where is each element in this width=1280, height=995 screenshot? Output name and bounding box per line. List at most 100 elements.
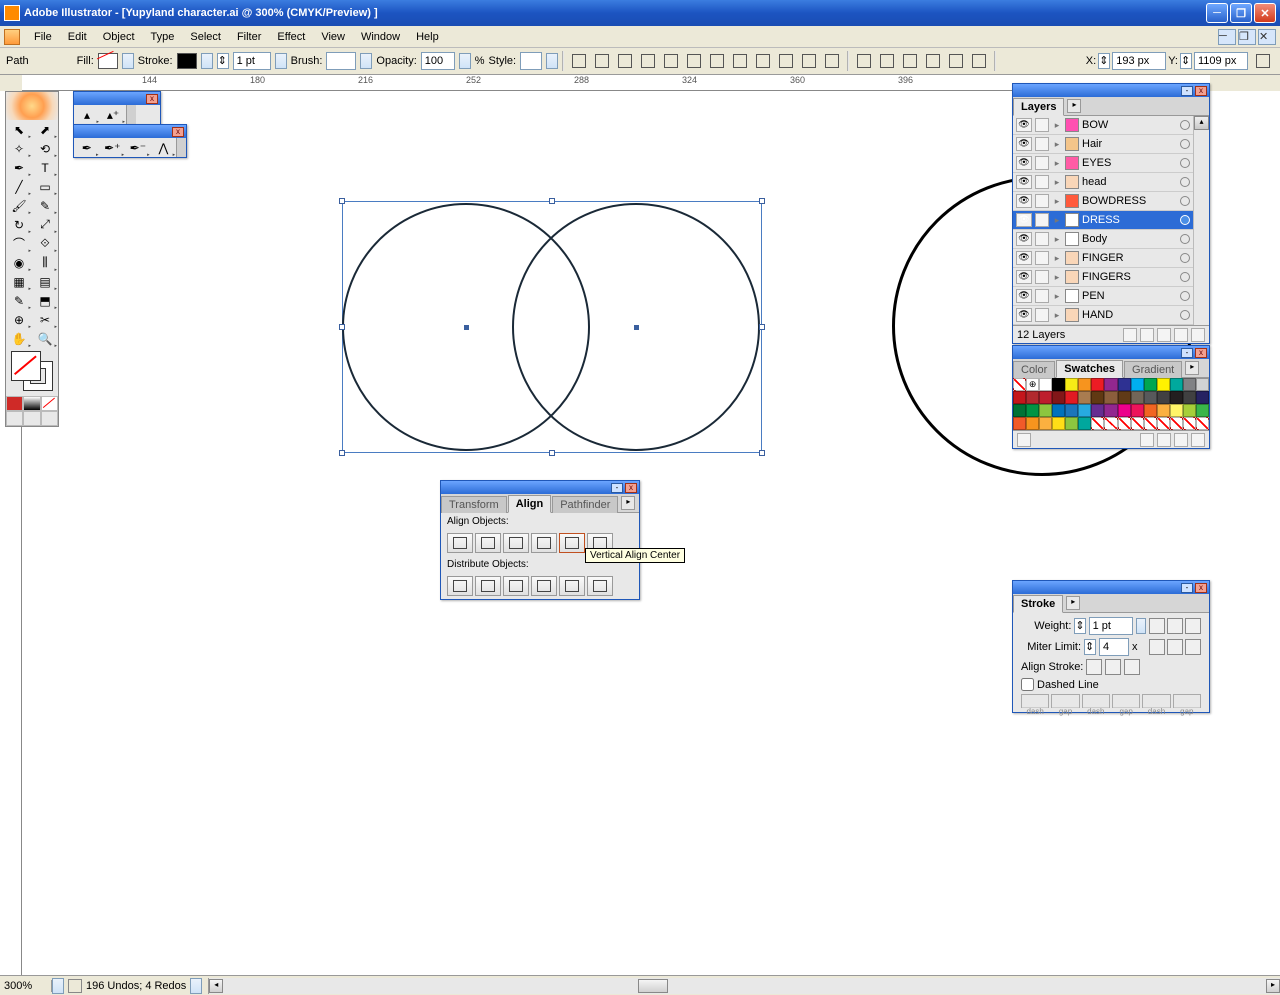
swatch[interactable] <box>1196 417 1209 430</box>
expand-icon[interactable]: ▸ <box>1052 310 1062 321</box>
swatch[interactable] <box>1131 404 1144 417</box>
layer-row-dress[interactable]: 👁▸DRESS <box>1013 211 1193 230</box>
swatch[interactable] <box>1144 404 1157 417</box>
swatch[interactable] <box>1118 417 1131 430</box>
swatch[interactable] <box>1196 391 1209 404</box>
swatch[interactable] <box>1144 378 1157 391</box>
direct-selection-tool-icon[interactable]: ⬈ <box>32 120 58 139</box>
stroke-minimize-button[interactable]: - <box>1181 583 1193 593</box>
align-vcenter-button[interactable] <box>660 50 682 72</box>
dist-vcenter-panel-button[interactable] <box>475 576 501 596</box>
target-icon[interactable] <box>1180 196 1190 206</box>
screen-mode-normal[interactable] <box>6 411 23 426</box>
pathfinder-tab[interactable]: Pathfinder <box>552 496 618 513</box>
miter-stepper[interactable]: ⇕ <box>1084 639 1096 655</box>
swatch[interactable] <box>1078 404 1091 417</box>
menu-view[interactable]: View <box>313 29 353 45</box>
dist-bottom-panel-button[interactable] <box>503 576 529 596</box>
swatch[interactable] <box>1091 391 1104 404</box>
align-top-panel-button[interactable] <box>531 533 557 553</box>
layers-panel-menu[interactable]: ▸ <box>1067 99 1081 113</box>
visibility-icon[interactable]: 👁 <box>1016 232 1032 246</box>
align-tab[interactable]: Align <box>508 495 552 513</box>
align-minimize-button[interactable]: - <box>611 483 623 493</box>
align-stroke-center-button[interactable] <box>1086 659 1102 675</box>
swatch[interactable] <box>1131 378 1144 391</box>
visibility-icon[interactable]: 👁 <box>1016 289 1032 303</box>
join-miter-button[interactable] <box>1149 639 1165 655</box>
x-stepper[interactable]: ⇕ <box>1098 53 1110 69</box>
y-stepper[interactable]: ⇕ <box>1180 53 1192 69</box>
expand-icon[interactable]: ▸ <box>1052 177 1062 188</box>
layer-row-fingers[interactable]: 👁▸FINGERS <box>1013 268 1193 287</box>
align-right-panel-button[interactable] <box>503 533 529 553</box>
x-input[interactable] <box>1112 52 1166 70</box>
target-icon[interactable] <box>1180 215 1190 225</box>
cap-round-button[interactable] <box>1167 618 1183 634</box>
swatch[interactable] <box>1039 378 1052 391</box>
stroke-weight-dropdown[interactable] <box>275 53 287 69</box>
swatch[interactable] <box>1078 417 1091 430</box>
swatch[interactable] <box>1039 404 1052 417</box>
align-left-panel-button[interactable] <box>447 533 473 553</box>
dash-gap-input[interactable]: gap <box>1173 694 1201 708</box>
slice-tool-icon[interactable]: ✂ <box>32 310 58 329</box>
swatches-panel-menu[interactable]: ▸ <box>1185 361 1199 375</box>
dist-vcenter-button[interactable] <box>729 50 751 72</box>
swatch[interactable] <box>1052 417 1065 430</box>
swatch[interactable] <box>1118 378 1131 391</box>
align-left-button[interactable] <box>568 50 590 72</box>
stroke-weight-panel-input[interactable] <box>1089 617 1133 635</box>
stroke-weight-panel-dropdown[interactable] <box>1136 618 1146 634</box>
dist-right-button[interactable] <box>821 50 843 72</box>
swatch[interactable] <box>1052 391 1065 404</box>
dash-dash-input[interactable]: dash <box>1021 694 1049 708</box>
lock-icon[interactable] <box>1035 251 1049 265</box>
warp-tool-icon[interactable]: ⌒ <box>6 234 32 253</box>
add-anchor-tool-icon[interactable]: ✒⁺ <box>100 138 126 157</box>
convert-anchor-tool-icon[interactable]: ⋀ <box>151 138 177 157</box>
edit-clip-button[interactable] <box>968 50 990 72</box>
dist-left-panel-button[interactable] <box>531 576 557 596</box>
lock-icon[interactable] <box>1035 118 1049 132</box>
cap-projecting-button[interactable] <box>1185 618 1201 634</box>
new-layer-button[interactable] <box>1174 328 1188 342</box>
swatch[interactable] <box>1052 404 1065 417</box>
y-input[interactable] <box>1194 52 1248 70</box>
align-top-button[interactable] <box>637 50 659 72</box>
align-stroke-inside-button[interactable] <box>1105 659 1121 675</box>
rotate-ccw-button[interactable] <box>922 50 944 72</box>
visibility-icon[interactable]: 👁 <box>1016 270 1032 284</box>
layers-scrollbar[interactable]: ▴ <box>1193 116 1209 325</box>
control-panel-menu-button[interactable] <box>1252 50 1274 72</box>
align-hcenter-button[interactable] <box>591 50 613 72</box>
free-transform-tool-icon[interactable]: ⟐ <box>32 234 58 253</box>
layers-close-button[interactable]: x <box>1195 86 1207 96</box>
dash-gap-input[interactable]: gap <box>1112 694 1140 708</box>
zoom-dropdown[interactable] <box>52 978 64 994</box>
swatch[interactable] <box>1065 404 1078 417</box>
miter-input[interactable] <box>1099 638 1129 656</box>
swatch[interactable] <box>1013 404 1026 417</box>
dist-top-panel-button[interactable] <box>447 576 473 596</box>
isolate-button[interactable] <box>945 50 967 72</box>
menu-help[interactable]: Help <box>408 29 447 45</box>
stroke-panel-menu[interactable]: ▸ <box>1066 596 1080 610</box>
expand-icon[interactable]: ▸ <box>1052 272 1062 283</box>
swatch[interactable] <box>1065 378 1078 391</box>
swatch[interactable] <box>1104 417 1117 430</box>
fill-stroke-control[interactable] <box>9 351 55 393</box>
swatch[interactable] <box>1131 391 1144 404</box>
hand-tool-icon[interactable]: ✋ <box>6 329 32 348</box>
symbol-sprayer-tool-icon[interactable]: ◉ <box>6 253 32 272</box>
swatch[interactable] <box>1013 391 1026 404</box>
visibility-icon[interactable]: 👁 <box>1016 213 1032 227</box>
dist-top-button[interactable] <box>706 50 728 72</box>
swatch-options-button[interactable] <box>1140 433 1154 447</box>
color-tab[interactable]: Color <box>1013 361 1055 378</box>
magic-wand-tool-icon[interactable]: ✧ <box>6 139 32 158</box>
swatch-kind-button[interactable] <box>1017 433 1031 447</box>
expand-icon[interactable]: ▸ <box>1052 120 1062 131</box>
swatch[interactable] <box>1131 417 1144 430</box>
expand-icon[interactable]: ▸ <box>1052 291 1062 302</box>
